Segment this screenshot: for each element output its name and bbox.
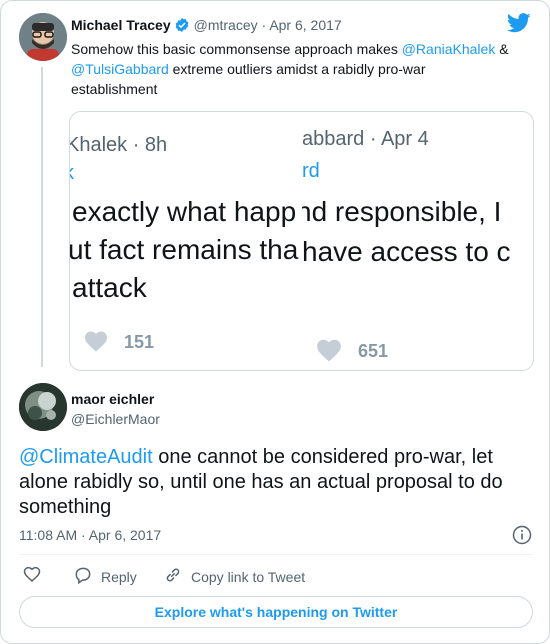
panel-left-handle: k xyxy=(70,162,74,185)
explore-twitter-button[interactable]: Explore what's happening on Twitter xyxy=(19,596,533,628)
panel-left-line-2: ut fact remains tha xyxy=(70,234,299,265)
mention-link-climate-audit[interactable]: @ClimateAudit xyxy=(19,446,153,468)
link-icon xyxy=(163,565,183,588)
copy-link-button[interactable]: Copy link to Tweet xyxy=(163,565,305,588)
copy-link-label: Copy link to Tweet xyxy=(191,568,306,585)
tweet-media-image[interactable]: Khalek · 8h k exactly what happ ut fact … xyxy=(69,111,534,371)
divider xyxy=(19,554,533,555)
verified-badge-icon xyxy=(174,17,190,36)
reply-author-name[interactable]: maor eichler xyxy=(71,391,154,407)
reply-author-handle[interactable]: @EichlerMaor xyxy=(71,411,160,427)
info-icon[interactable] xyxy=(512,525,532,550)
reply-button[interactable]: Reply xyxy=(73,565,137,588)
reply-tweet-text: @ClimateAudit one cannot be considered p… xyxy=(19,445,529,520)
thread-connector-line xyxy=(41,67,43,367)
panel-left-line-3: attack xyxy=(72,272,147,303)
twitter-bird-icon[interactable] xyxy=(506,13,531,38)
tweet-embed-card: Michael Tracey @mtracey · Apr 6, 2017 Som… xyxy=(0,0,550,644)
heart-icon xyxy=(84,330,108,357)
parent-date[interactable]: Apr 6, 2017 xyxy=(269,17,341,33)
media-panel-left: Khalek · 8h k exactly what happ ut fact … xyxy=(70,112,302,370)
media-panel-right: abbard · Apr 4 rd nd responsible, I have… xyxy=(302,112,533,370)
panel-left-line-1: exactly what happ xyxy=(72,196,297,227)
reply-avatar[interactable] xyxy=(19,383,67,431)
panel-right-likes: 651 xyxy=(358,341,389,361)
reply-label: Reply xyxy=(101,568,137,585)
heart-icon xyxy=(23,565,41,586)
parent-author-name[interactable]: Michael Tracey xyxy=(71,17,171,33)
like-button[interactable] xyxy=(23,565,41,586)
parent-tweet-text: Somehow this basic commonsense approach … xyxy=(71,39,511,99)
panel-right-line-2: have access to c xyxy=(302,236,511,267)
panel-right-line-1: nd responsible, I xyxy=(302,196,502,227)
mention-link-tulsi-gabbard[interactable]: @TulsiGabbard xyxy=(71,61,169,77)
parent-header: Michael Tracey @mtracey · Apr 6, 2017 xyxy=(71,17,342,36)
reply-icon xyxy=(73,565,93,588)
reply-timestamp[interactable]: 11:08 AM · Apr 6, 2017 xyxy=(19,527,161,543)
panel-right-handle: rd xyxy=(302,160,320,182)
parent-text-before: Somehow this basic commonsense approach … xyxy=(71,41,402,57)
heart-icon xyxy=(316,338,342,367)
panel-left-likes: 151 xyxy=(124,332,155,352)
parent-avatar[interactable] xyxy=(19,13,67,61)
panel-left-meta: Khalek · 8h xyxy=(70,134,168,156)
parent-separator: · xyxy=(261,17,267,33)
mention-link-rania-khalek[interactable]: @RaniaKhalek xyxy=(402,41,496,57)
panel-right-meta: abbard · Apr 4 xyxy=(302,128,429,150)
parent-text-middle: & xyxy=(495,41,509,57)
parent-author-handle[interactable]: @mtracey xyxy=(194,17,258,33)
